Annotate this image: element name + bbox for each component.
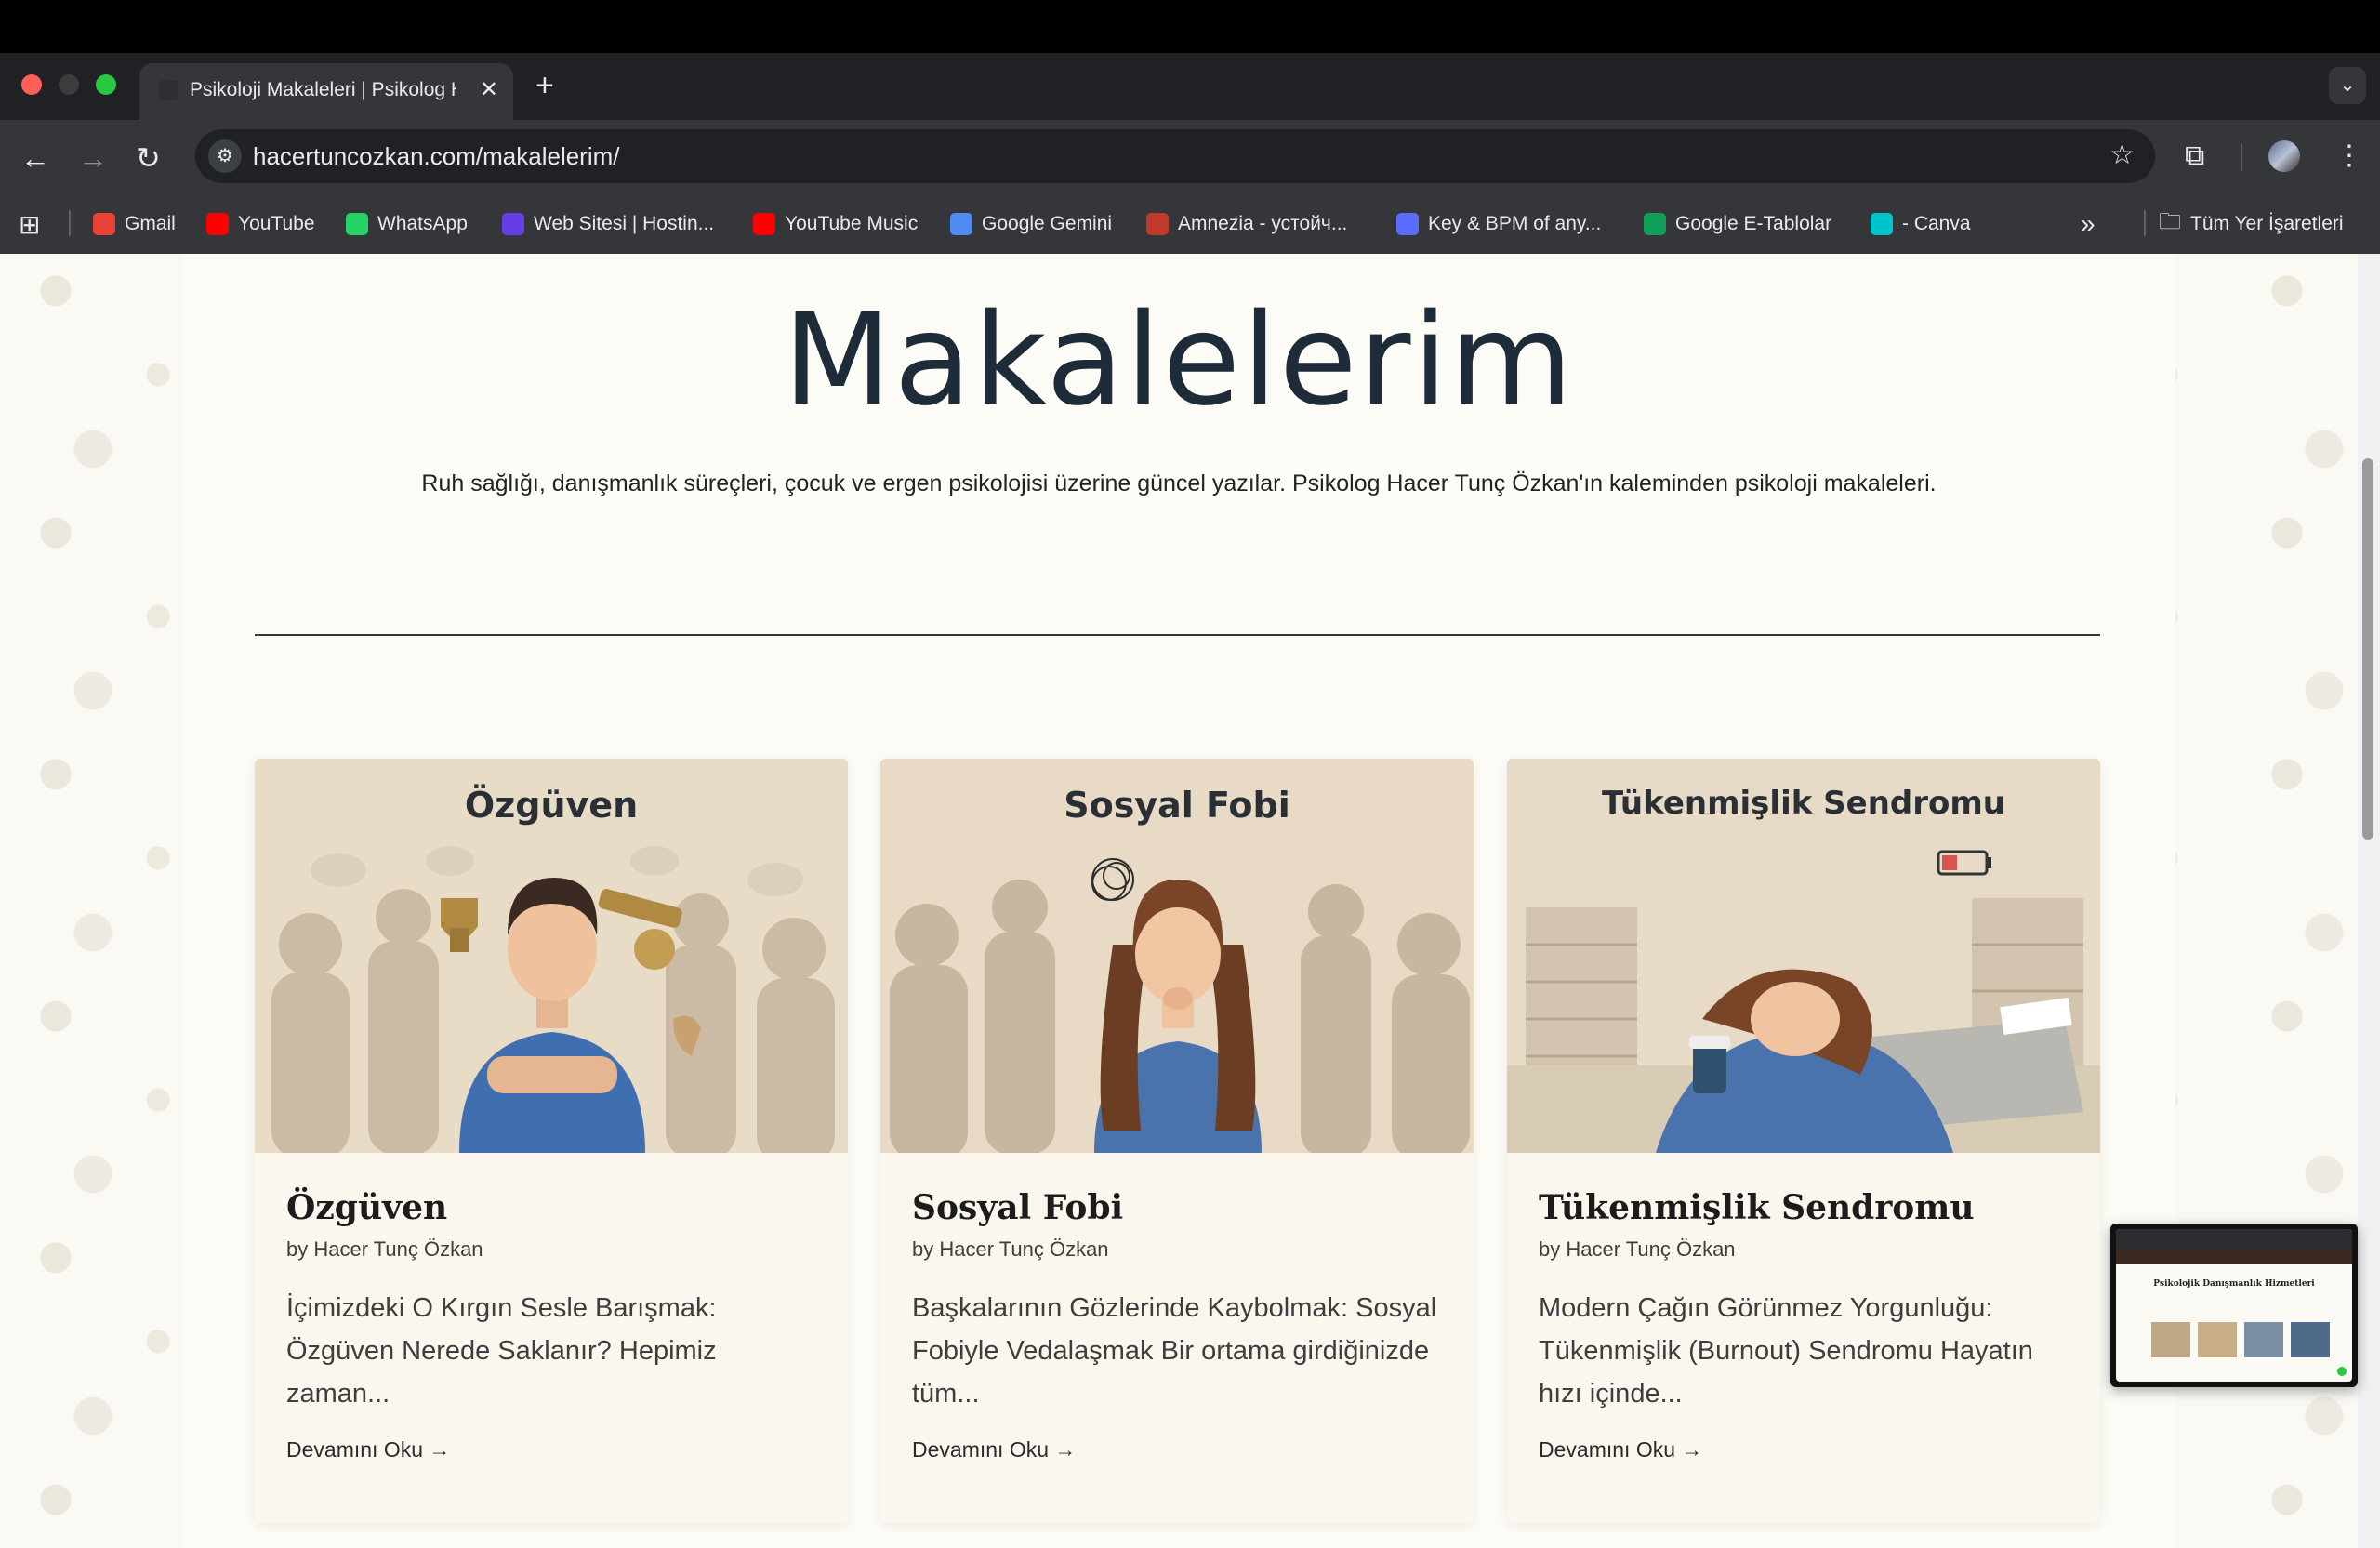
url-text[interactable]: hacertuncozkan.com/makalelerim/ bbox=[253, 141, 620, 171]
bookmark-3[interactable]: Web Sitesi | Hostin... bbox=[502, 210, 714, 238]
bookmark-6[interactable]: Amnezia - устойч... bbox=[1146, 210, 1347, 238]
hostinger-icon bbox=[502, 213, 524, 235]
canva-icon bbox=[1871, 213, 1893, 235]
folder-icon: 🗀 bbox=[2159, 208, 2181, 234]
maximize-window-button[interactable] bbox=[96, 74, 116, 95]
site-settings-icon[interactable]: ⚙ bbox=[208, 139, 242, 173]
bookmark-0[interactable]: Gmail bbox=[93, 210, 176, 238]
bookmark-label: Gmail bbox=[125, 213, 176, 234]
tab-title: Psikoloji Makaleleri | Psikolog Hacer Tu… bbox=[190, 79, 456, 100]
bookmark-label: Web Sitesi | Hostin... bbox=[534, 213, 715, 234]
bookmark-7[interactable]: Key & BPM of any... bbox=[1396, 210, 1601, 238]
preview-title: Psikolojik Danışmanlık Hizmetleri bbox=[2153, 1279, 2315, 1289]
preview-card-image bbox=[2244, 1322, 2283, 1357]
gmail-icon bbox=[93, 213, 115, 235]
bookmark-label: YouTube bbox=[238, 213, 315, 234]
profile-avatar[interactable] bbox=[2268, 140, 2300, 172]
bookmark-label: Google E-Tablolar bbox=[1675, 213, 1832, 234]
amnezia-icon bbox=[1146, 213, 1169, 235]
active-tab[interactable]: Psikoloji Makaleleri | Psikolog Hacer Tu… bbox=[139, 63, 513, 120]
bookmark-label: Google Gemini bbox=[982, 213, 1113, 234]
bookmarks-divider bbox=[2144, 210, 2146, 236]
whatsapp-icon bbox=[346, 213, 368, 235]
reload-icon[interactable]: ↻ bbox=[136, 141, 161, 175]
screenshot-preview-thumbnail[interactable]: Psikolojik Danışmanlık Hizmetleri bbox=[2110, 1224, 2358, 1387]
page-background: Makalelerim Ruh sağlığı, danışmanlık sür… bbox=[0, 254, 2358, 1548]
article-image[interactable]: Özgüven bbox=[255, 759, 848, 1153]
preview-status-dot bbox=[2337, 1367, 2347, 1376]
article-author: by Hacer Tunç Özkan bbox=[912, 1237, 1109, 1261]
article-author: by Hacer Tunç Özkan bbox=[1539, 1237, 1736, 1261]
article-card-tukenmislik[interactable]: Tükenmişlik Sendromu Tükenmişlik Sendrom… bbox=[1507, 759, 2100, 1523]
close-tab-icon[interactable]: ✕ bbox=[480, 76, 498, 104]
preview-card-image bbox=[2291, 1322, 2330, 1357]
preview-card-image bbox=[2198, 1322, 2237, 1357]
article-excerpt: İçimizdeki O Kırgın Sesle Barışmak: Özgü… bbox=[286, 1293, 717, 1409]
screen-top-bar bbox=[0, 0, 2380, 53]
youtube-icon bbox=[206, 213, 229, 235]
article-card-ozguven[interactable]: Özgüven Özgüven by Hacer Tunç Özkan İçim… bbox=[255, 759, 848, 1523]
minimize-window-button[interactable] bbox=[59, 74, 79, 95]
bookmark-label: YouTube Music bbox=[785, 213, 919, 234]
bookmark-label: Amnezia - устойч... bbox=[1178, 213, 1348, 234]
bookmarks-overflow-button[interactable]: » bbox=[2081, 209, 2096, 238]
menu-kebab-icon[interactable]: ⋮ bbox=[2335, 139, 2363, 173]
bookmark-8[interactable]: Google E-Tablolar bbox=[1644, 210, 1831, 238]
preview-browser-bar bbox=[2116, 1229, 2352, 1250]
page-viewport: Makalelerim Ruh sağlığı, danışmanlık sür… bbox=[0, 254, 2380, 1548]
back-icon[interactable]: ← bbox=[20, 141, 50, 175]
article-author: by Hacer Tunç Özkan bbox=[286, 1237, 483, 1261]
bookmark-4[interactable]: YouTube Music bbox=[753, 210, 918, 238]
gemini-icon bbox=[950, 213, 972, 235]
preview-content: Psikolojik Danışmanlık Hizmetleri bbox=[2116, 1229, 2352, 1382]
read-more-link[interactable]: Devamını Oku → bbox=[1539, 1436, 1702, 1463]
close-window-button[interactable] bbox=[21, 74, 42, 95]
tab-search-button[interactable]: ⌄ bbox=[2329, 67, 2366, 104]
read-more-link[interactable]: Devamını Oku → bbox=[912, 1436, 1076, 1463]
preview-card-image bbox=[2151, 1322, 2190, 1357]
bookmark-1[interactable]: YouTube bbox=[206, 210, 315, 238]
scrollbar-thumb[interactable] bbox=[2362, 458, 2373, 840]
article-image-heading: Sosyal Fobi bbox=[1064, 785, 1290, 826]
toolbar-divider bbox=[2241, 143, 2242, 171]
article-title[interactable]: Tükenmişlik Sendromu bbox=[1539, 1186, 1975, 1229]
bookmark-label: - Canva bbox=[1902, 213, 1971, 234]
new-tab-button[interactable]: + bbox=[536, 67, 554, 104]
article-title[interactable]: Özgüven bbox=[286, 1186, 447, 1229]
divider-line bbox=[255, 634, 2100, 636]
bookmark-label: WhatsApp bbox=[377, 213, 468, 234]
article-title[interactable]: Sosyal Fobi bbox=[912, 1186, 1123, 1229]
all-bookmarks-label: Tüm Yer İşaretleri bbox=[2190, 213, 2344, 234]
article-image[interactable]: Sosyal Fobi bbox=[880, 759, 1474, 1153]
bookmarks-divider bbox=[69, 210, 71, 236]
forward-icon[interactable]: → bbox=[78, 141, 108, 175]
article-excerpt: Başkalarının Gözlerinde Kaybolmak: Sosya… bbox=[912, 1293, 1437, 1409]
bookmark-2[interactable]: WhatsApp bbox=[346, 210, 468, 238]
preview-header bbox=[2116, 1250, 2352, 1264]
address-bar[interactable]: ⚙ hacertuncozkan.com/makalelerim/ ☆ bbox=[195, 129, 2155, 183]
article-image[interactable]: Tükenmişlik Sendromu bbox=[1507, 759, 2100, 1153]
favicon-icon bbox=[158, 80, 178, 100]
article-card-sosyal-fobi[interactable]: Sosyal Fobi Sosyal Fobi by Hacer Tunç Öz… bbox=[880, 759, 1474, 1523]
page-title: Makalelerim bbox=[783, 287, 1575, 434]
all-bookmarks-button[interactable]: 🗀 Tüm Yer İşaretleri bbox=[2159, 209, 2344, 238]
bookmark-star-icon[interactable]: ☆ bbox=[2109, 139, 2135, 172]
page-subtitle: Ruh sağlığı, danışmanlık süreçleri, çocu… bbox=[421, 470, 1937, 496]
bookmark-9[interactable]: - Canva bbox=[1871, 210, 1971, 238]
article-image-heading: Tükenmişlik Sendromu bbox=[1601, 785, 2006, 822]
bookmark-label: Key & BPM of any... bbox=[1428, 213, 1602, 234]
scrollbar-track[interactable] bbox=[2358, 254, 2380, 1548]
bookmark-5[interactable]: Google Gemini bbox=[950, 210, 1112, 238]
extensions-icon[interactable]: ⧉ bbox=[2185, 139, 2204, 173]
youtube-music-icon bbox=[753, 213, 775, 235]
read-more-link[interactable]: Devamını Oku → bbox=[286, 1436, 450, 1463]
sheets-icon bbox=[1644, 213, 1666, 235]
article-excerpt: Modern Çağın Görünmez Yorgunluğu: Tükenm… bbox=[1539, 1293, 2033, 1409]
article-image-heading: Özgüven bbox=[464, 785, 639, 826]
apps-grid-icon[interactable]: ⊞ bbox=[19, 210, 40, 239]
music-note-icon bbox=[1396, 213, 1419, 235]
